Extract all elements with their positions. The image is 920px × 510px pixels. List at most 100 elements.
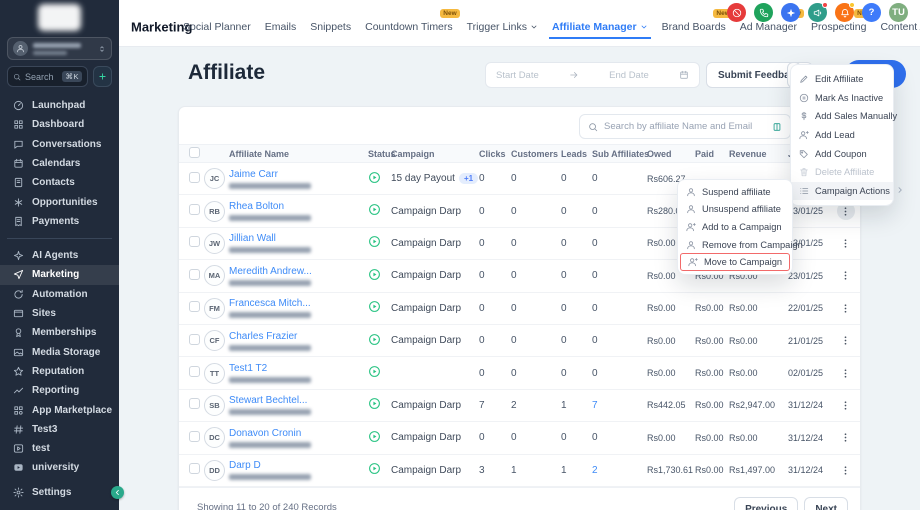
help-icon[interactable]: ? <box>862 3 881 22</box>
record-disabled-icon[interactable] <box>727 3 746 22</box>
tab-ad-manager[interactable]: Ad Manager New <box>740 21 797 33</box>
start-date-field[interactable]: Start Date <box>496 70 539 81</box>
col-status: Status <box>363 149 391 159</box>
row-actions-kebab-button[interactable] <box>837 396 855 414</box>
sidebar-item-dashboard[interactable]: Dashboard <box>0 115 119 134</box>
row-checkbox[interactable] <box>189 269 200 280</box>
affiliate-search-input[interactable]: Search by affiliate Name and Email <box>579 114 791 139</box>
sidebar-item-media-storage[interactable]: Media Storage <box>0 342 119 361</box>
sidebar-item-automation[interactable]: Automation <box>0 285 119 304</box>
affiliate-name-link[interactable]: Test1 T2 <box>229 363 363 374</box>
table-row[interactable]: SB Stewart Bechtel... Campaign Darp 7 <box>179 390 860 422</box>
sidebar-item-reputation[interactable]: Reputation <box>0 362 119 381</box>
affiliate-name-link[interactable]: Jaime Carr <box>229 169 363 180</box>
affiliate-name-link[interactable]: Francesca Mitch... <box>229 298 363 309</box>
row-actions-kebab-button[interactable] <box>837 461 855 479</box>
tab-countdown-timers[interactable]: Countdown Timers New <box>365 21 453 33</box>
manage-columns-icon[interactable] <box>772 122 782 132</box>
sidebar-add-button[interactable] <box>93 66 112 87</box>
previous-page-button[interactable]: Previous <box>734 497 798 510</box>
menu-item-add-coupon[interactable]: Add Coupon <box>791 144 893 163</box>
row-actions-kebab-button[interactable] <box>837 364 855 382</box>
menu-item-edit-affiliate[interactable]: Edit Affiliate <box>791 70 893 89</box>
affiliate-name-link[interactable]: Charles Frazier <box>229 331 363 342</box>
row-checkbox[interactable] <box>189 463 200 474</box>
tab-affiliate-manager[interactable]: Affiliate Manager <box>552 21 648 33</box>
sidebar-item-university[interactable]: university <box>0 458 119 477</box>
tab-emails[interactable]: Emails <box>265 21 297 33</box>
menu-item-delete-affiliate[interactable]: Delete Affiliate <box>791 163 893 182</box>
owed-value: Rs442.05 <box>647 400 695 410</box>
sidebar-item-launchpad[interactable]: Launchpad <box>0 96 119 115</box>
affiliate-name-link[interactable]: Rhea Bolton <box>229 201 363 212</box>
affiliate-name-link[interactable]: Darp D <box>229 460 363 471</box>
sidebar-item-ai-agents[interactable]: AI Agents <box>0 246 119 265</box>
affiliate-name-link[interactable]: Stewart Bechtel... <box>229 395 363 406</box>
sidebar-item-contacts[interactable]: Contacts <box>0 173 119 192</box>
row-checkbox[interactable] <box>189 398 200 409</box>
leads-value: 0 <box>559 432 591 443</box>
row-actions-kebab-button[interactable] <box>837 429 855 447</box>
affiliate-name-link[interactable]: Jillian Wall <box>229 233 363 244</box>
sidebar-item-app-marketplace[interactable]: App Marketplace <box>0 400 119 419</box>
affiliate-name-link[interactable]: Meredith Andrew... <box>229 266 363 277</box>
table-row[interactable]: CF Charles Frazier Campaign Darp 0 <box>179 325 860 357</box>
table-row[interactable]: DD Darp D Campaign Darp 3 <box>179 455 860 487</box>
sidebar-item-test[interactable]: test <box>0 439 119 458</box>
table-row[interactable]: TT Test1 T2 0 0 <box>179 357 860 389</box>
menu-item-add-sales-manually[interactable]: Add Sales Manually <box>791 107 893 126</box>
row-checkbox[interactable] <box>189 204 200 215</box>
sidebar-item-opportunities[interactable]: Opportunities <box>0 192 119 211</box>
next-page-button[interactable]: Next <box>804 497 848 510</box>
row-actions-kebab-button[interactable] <box>837 267 855 285</box>
row-actions-kebab-button[interactable] <box>837 234 855 252</box>
sidebar-item-marketing[interactable]: Marketing <box>0 265 119 284</box>
menu-item-campaign-actions[interactable]: Campaign Actions <box>791 182 893 201</box>
dots-vertical-icon <box>840 335 851 346</box>
submenu-item-unsuspend-affiliate[interactable]: Unsuspend affiliate <box>678 201 792 219</box>
tab-prospecting[interactable]: Prospecting New <box>811 21 866 33</box>
end-date-field[interactable]: End Date <box>609 70 649 81</box>
row-checkbox[interactable] <box>189 366 200 377</box>
phone-icon[interactable] <box>754 3 773 22</box>
tab-social-planner[interactable]: Social Planner <box>183 21 251 33</box>
table-row[interactable]: DC Donavon Cronin Campaign Darp 0 <box>179 422 860 454</box>
table-row[interactable]: FM Francesca Mitch... Campaign Darp 0 <box>179 293 860 325</box>
account-switcher[interactable] <box>7 37 112 60</box>
connect-icon[interactable] <box>781 3 800 22</box>
tab-content-ai[interactable]: Content AI <box>880 21 920 33</box>
submenu-item-suspend-affiliate[interactable]: Suspend affiliate <box>678 183 792 201</box>
campaign-count-badge[interactable]: +1 <box>459 173 478 184</box>
date-range-picker[interactable]: Start Date End Date <box>485 62 700 88</box>
submenu-item-remove-from-campaign[interactable]: Remove from Campaign <box>678 236 792 254</box>
row-checkbox[interactable] <box>189 172 200 183</box>
menu-item-add-lead[interactable]: Add Lead <box>791 126 893 145</box>
sidebar-collapse-button[interactable] <box>111 486 124 499</box>
tab-brand-boards[interactable]: Brand Boards New <box>662 21 726 33</box>
row-checkbox[interactable] <box>189 301 200 312</box>
row-actions-kebab-button[interactable] <box>837 332 855 350</box>
sidebar-item-payments[interactable]: Payments <box>0 212 119 231</box>
notifications-bell-icon[interactable] <box>835 3 854 22</box>
sidebar-item-sites[interactable]: Sites <box>0 304 119 323</box>
select-all-checkbox[interactable] <box>189 147 200 158</box>
menu-item-mark-as-inactive[interactable]: Mark As Inactive <box>791 89 893 108</box>
sidebar-search-input[interactable]: Search ⌘K <box>7 66 88 87</box>
row-checkbox[interactable] <box>189 334 200 345</box>
sidebar-item-reporting[interactable]: Reporting <box>0 381 119 400</box>
sidebar-item-conversations[interactable]: Conversations <box>0 135 119 154</box>
affiliate-name-link[interactable]: Donavon Cronin <box>229 428 363 439</box>
sidebar-item-memberships[interactable]: Memberships <box>0 323 119 342</box>
tab-trigger-links[interactable]: Trigger Links <box>467 21 538 33</box>
sidebar-item-settings[interactable]: Settings <box>0 483 119 502</box>
row-actions-kebab-button[interactable] <box>837 299 855 317</box>
row-checkbox[interactable] <box>189 236 200 247</box>
announcements-icon[interactable] <box>808 3 827 22</box>
user-avatar[interactable]: TU <box>889 3 908 22</box>
sidebar-item-calendars[interactable]: Calendars <box>0 154 119 173</box>
row-checkbox[interactable] <box>189 431 200 442</box>
tab-snippets[interactable]: Snippets <box>310 21 351 33</box>
sidebar-item-test3[interactable]: Test3 <box>0 420 119 439</box>
submenu-item-move-to-campaign[interactable]: Move to Campaign <box>680 253 790 271</box>
submenu-item-add-to-a-campaign[interactable]: Add to a Campaign <box>678 218 792 236</box>
